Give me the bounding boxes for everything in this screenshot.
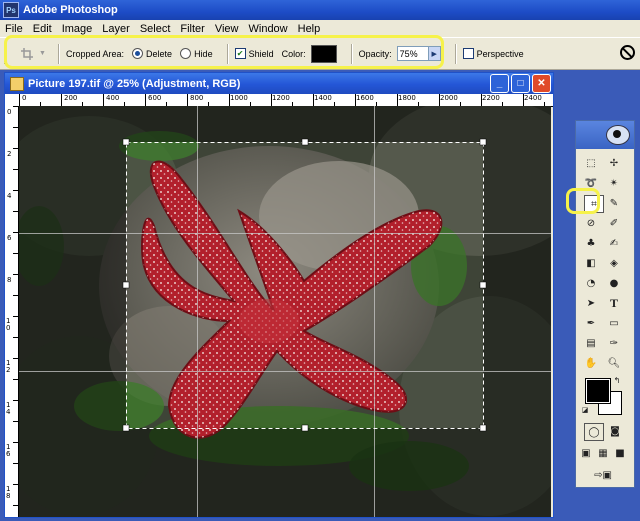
screen-mode-standard-icon[interactable]: ▣: [579, 445, 593, 461]
menu-layer[interactable]: Layer: [97, 23, 135, 35]
menu-image[interactable]: Image: [57, 23, 98, 35]
divider: [350, 43, 353, 64]
hand-tool-icon[interactable]: ✋: [582, 355, 600, 371]
options-bar: ▼ Cropped Area: Delete Hide ✔ Shield Col…: [0, 37, 640, 70]
shield-color-group: Color:: [281, 44, 337, 63]
divider: [454, 43, 457, 64]
cropped-area-label: Cropped Area:: [66, 48, 125, 59]
app-title: Adobe Photoshop: [23, 4, 118, 16]
pen-tool-icon[interactable]: ✒: [582, 315, 600, 331]
jump-to-imageready-icon[interactable]: ⇨▣: [588, 467, 618, 483]
shape-tool-icon[interactable]: ▭: [605, 315, 623, 331]
menu-edit[interactable]: Edit: [28, 23, 57, 35]
opacity-input[interactable]: 75%: [396, 46, 429, 61]
paint-bucket-tool-icon[interactable]: ◈: [605, 255, 623, 271]
divider: [58, 43, 60, 64]
ruler-h-ticks: [19, 94, 545, 106]
default-colors-icon[interactable]: ◪: [580, 405, 590, 415]
photoshop-logo-icon: Ps: [3, 2, 19, 18]
shield-color-swatch[interactable]: [310, 44, 337, 63]
quick-mask-mode-icon[interactable]: ◙: [606, 423, 624, 439]
menu-bar: File Edit Image Layer Select Filter View…: [0, 20, 640, 37]
foreground-color-swatch[interactable]: [585, 378, 611, 404]
perspective-label: Perspective: [476, 48, 524, 59]
menu-view[interactable]: View: [210, 23, 244, 35]
toolbox-header[interactable]: [576, 121, 634, 149]
crop-handle[interactable]: [122, 281, 130, 289]
standard-mode-icon[interactable]: ◯: [584, 423, 604, 441]
adobe-eye-icon[interactable]: [606, 125, 630, 145]
notes-tool-icon[interactable]: ▤: [582, 335, 600, 351]
toolbox: ⬚ ✢ ➰ ✴ ⌗ ✎ ⊘ ✐ ♣ ✍ ◧ ◈ ◔ ● ➤ T ✒ ▭ ▤ ✑ …: [575, 120, 635, 488]
document-title-bar[interactable]: Picture 197.tif @ 25% (Adjustment, RGB) …: [5, 73, 553, 94]
chevron-down-icon: ▼: [39, 50, 46, 57]
magic-wand-tool-icon[interactable]: ✴: [605, 175, 623, 191]
delete-radio[interactable]: Delete: [132, 48, 172, 59]
history-brush-tool-icon[interactable]: ✍: [605, 235, 623, 251]
menu-select[interactable]: Select: [135, 23, 176, 35]
path-selection-tool-icon[interactable]: ➤: [582, 295, 600, 311]
swap-colors-icon[interactable]: ↰: [612, 375, 622, 385]
clone-stamp-tool-icon[interactable]: ♣: [582, 235, 600, 251]
checkmark-icon: ✔: [234, 48, 246, 59]
document-icon: [10, 76, 24, 91]
document-window: Picture 197.tif @ 25% (Adjustment, RGB) …: [4, 72, 554, 518]
ruler-v-ticks: [13, 106, 18, 506]
move-tool-icon[interactable]: ✢: [605, 155, 623, 171]
crop-handle[interactable]: [122, 424, 130, 432]
crop-tool-highlight: [566, 188, 600, 214]
shield-label: Shield: [248, 48, 274, 59]
crop-handle[interactable]: [301, 424, 309, 432]
tool-preset-picker[interactable]: ▼: [20, 47, 52, 61]
menu-help[interactable]: Help: [293, 23, 326, 35]
dodge-tool-icon[interactable]: ●: [605, 275, 623, 291]
crop-handle[interactable]: [479, 281, 487, 289]
crop-handle[interactable]: [479, 138, 487, 146]
menu-filter[interactable]: Filter: [175, 23, 209, 35]
opacity-group: Opacity: 75% ▶: [359, 46, 441, 61]
radio-icon: [180, 48, 192, 59]
window-buttons: _ □ ✕: [490, 74, 551, 93]
maximize-button[interactable]: □: [511, 74, 530, 93]
hide-label: Hide: [194, 48, 213, 59]
radio-selected-icon: [132, 48, 144, 59]
healing-brush-tool-icon[interactable]: ⊘: [582, 215, 600, 231]
app-title-bar: Ps Adobe Photoshop: [0, 0, 640, 20]
vertical-ruler[interactable]: 0 2 4 6 8 1 0 1 2 1 4 1 6 1 8: [5, 106, 19, 517]
marquee-tool-icon[interactable]: ⬚: [582, 155, 600, 171]
minimize-button[interactable]: _: [490, 74, 509, 93]
document-title: Picture 197.tif @ 25% (Adjustment, RGB): [28, 77, 241, 90]
opacity-slider-arrow-icon[interactable]: ▶: [428, 46, 441, 61]
screen-mode-full-icon[interactable]: ■: [613, 445, 627, 461]
menu-file[interactable]: File: [0, 23, 28, 35]
slice-tool-icon[interactable]: ✎: [605, 195, 623, 211]
screen-mode-menubar-icon[interactable]: ▦: [596, 445, 610, 461]
type-tool-icon[interactable]: T: [605, 295, 623, 311]
color-label: Color:: [281, 48, 306, 59]
crop-handle[interactable]: [122, 138, 130, 146]
options-grip[interactable]: [4, 43, 8, 64]
blur-tool-icon[interactable]: ◔: [582, 275, 600, 291]
brush-tool-icon[interactable]: ✐: [605, 215, 623, 231]
shield-checkbox[interactable]: ✔ Shield: [234, 48, 274, 59]
checkbox-icon: [462, 48, 474, 59]
perspective-checkbox[interactable]: Perspective: [462, 48, 524, 59]
crop-tool-icon: [21, 47, 33, 60]
crop-handle[interactable]: [479, 424, 487, 432]
starfish-photo: [19, 106, 551, 517]
eyedropper-tool-icon[interactable]: ✑: [605, 335, 623, 351]
delete-label: Delete: [146, 48, 173, 59]
cancel-icon[interactable]: [620, 45, 635, 60]
menu-window[interactable]: Window: [244, 23, 293, 35]
eraser-tool-icon[interactable]: ◧: [582, 255, 600, 271]
divider: [226, 43, 229, 64]
hide-radio[interactable]: Hide: [180, 48, 213, 59]
image-canvas[interactable]: [19, 106, 551, 517]
close-button[interactable]: ✕: [532, 74, 551, 93]
crop-handle[interactable]: [301, 138, 309, 146]
zoom-tool-icon[interactable]: 🔍︎: [605, 355, 623, 371]
opacity-label: Opacity:: [358, 48, 392, 59]
